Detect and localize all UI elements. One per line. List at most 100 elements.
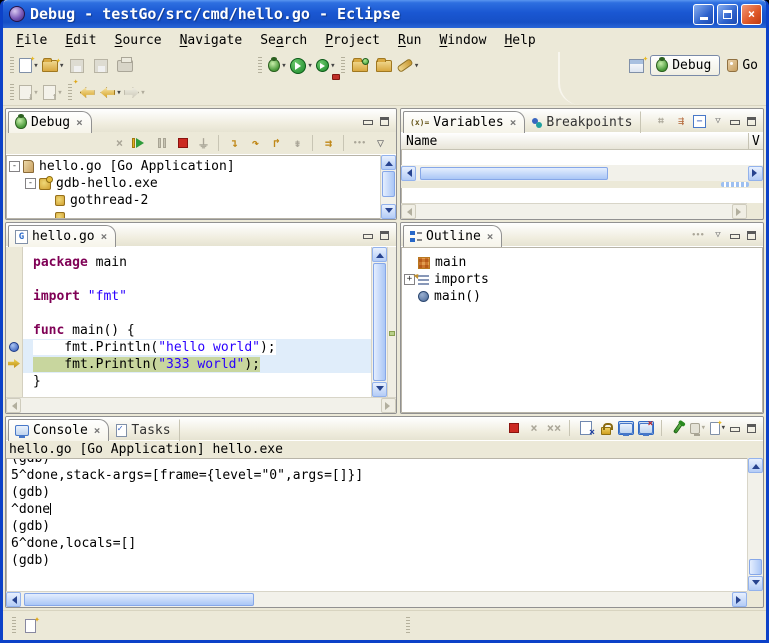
disconnect-button[interactable]: ⏚ (194, 134, 213, 152)
code-area[interactable]: package main import "fmt" func main() { fm… (23, 247, 371, 397)
toolbar-grip[interactable] (10, 57, 14, 75)
minimize-view-button[interactable] (730, 231, 739, 240)
console-line[interactable]: (gdb) (11, 484, 747, 501)
remove-terminated-button[interactable]: × (110, 134, 129, 152)
remove-launch-button[interactable]: × (526, 421, 542, 435)
last-edit-location-button[interactable]: ✦ (76, 82, 98, 104)
forward-button[interactable]: ▾ (124, 82, 146, 104)
back-button[interactable]: ▾ (100, 82, 122, 104)
code-line[interactable] (23, 271, 371, 288)
scroll-right-button[interactable] (732, 592, 747, 607)
outline-item[interactable]: main() (404, 288, 762, 305)
debug-view-tab[interactable]: Debug × (8, 111, 92, 133)
debug-tree-item[interactable]: gothread-2 (9, 192, 380, 209)
dropdown-icon[interactable]: ▾ (414, 61, 419, 71)
dropdown-icon[interactable]: ▾ (33, 88, 38, 98)
toolbar-grip[interactable] (68, 84, 72, 102)
previous-annotation-button[interactable]: ▾ (42, 82, 64, 104)
search-button[interactable]: ▾ (397, 55, 419, 77)
menu-window[interactable]: Window (430, 30, 495, 51)
perspective-go-button[interactable]: Go (727, 58, 758, 73)
debug-button[interactable]: ▾ (266, 55, 288, 77)
run-button[interactable]: ▾ (290, 55, 312, 77)
view-menu-button[interactable]: ▽ (710, 228, 726, 242)
clear-console-button[interactable] (578, 421, 594, 435)
statusbar-grip[interactable] (406, 617, 410, 635)
view-menu-dots-icon[interactable]: ••• (690, 228, 706, 242)
terminate-button[interactable] (506, 421, 522, 435)
variables-column-header[interactable]: Name V (401, 132, 763, 150)
code-line[interactable]: import "fmt" (23, 288, 371, 305)
overview-ruler[interactable] (387, 247, 396, 397)
next-annotation-button[interactable]: ▾ (18, 82, 40, 104)
view-menu-button[interactable]: ▽ (710, 114, 726, 128)
minimize-button[interactable] (693, 4, 714, 25)
console-line[interactable]: (gdb) (11, 552, 747, 569)
fast-view-icon[interactable] (25, 619, 36, 633)
view-menu-button[interactable]: ▽ (371, 134, 390, 152)
view-menu-dots-icon[interactable]: ••• (350, 134, 369, 152)
menu-edit[interactable]: Edit (56, 30, 105, 51)
new-wizard-button[interactable]: ✦▾ (18, 55, 40, 77)
console-line[interactable]: 5^done,stack-args=[frame={level="0",args… (11, 467, 747, 484)
scroll-up-button[interactable] (381, 155, 396, 170)
scrollbar-thumb[interactable] (420, 167, 608, 180)
breakpoint-icon[interactable] (9, 342, 19, 352)
scroll-left-button[interactable] (401, 166, 416, 181)
code-line[interactable]: package main (23, 254, 371, 271)
print-button[interactable] (114, 55, 136, 77)
maximize-button[interactable] (717, 4, 738, 25)
scroll-right-button[interactable] (732, 204, 747, 219)
maximize-view-button[interactable] (380, 231, 389, 240)
dropdown-icon[interactable]: ▾ (330, 61, 335, 71)
name-column-header[interactable]: Name (406, 134, 437, 149)
step-into-button[interactable]: ↴ (225, 134, 244, 152)
debug-line-marker[interactable] (389, 331, 395, 336)
scrollbar-thumb[interactable] (382, 171, 395, 197)
scroll-up-button[interactable] (372, 247, 387, 262)
close-icon[interactable]: × (101, 230, 108, 243)
console-line[interactable]: (gdb) (11, 518, 747, 535)
code-line[interactable]: func main() { (23, 322, 371, 339)
scrollbar-thumb[interactable] (749, 559, 762, 575)
maximize-view-button[interactable] (747, 231, 756, 240)
toolbar-grip[interactable] (341, 57, 345, 75)
code-line[interactable] (23, 305, 371, 322)
scroll-down-button[interactable] (381, 204, 396, 219)
dropdown-icon[interactable]: ▾ (701, 423, 706, 433)
variables-detail-pane[interactable] (401, 188, 763, 203)
editor-gutter[interactable] (6, 247, 23, 397)
variables-horizontal-scrollbar[interactable] (401, 165, 763, 181)
scroll-down-button[interactable] (748, 576, 763, 591)
close-icon[interactable]: × (510, 116, 517, 129)
console-line[interactable]: 6^done,locals=[] (11, 535, 747, 552)
show-type-names-button[interactable]: ⌗ (653, 114, 669, 128)
suspend-button[interactable] (152, 134, 171, 152)
step-over-button[interactable]: ↷ (246, 134, 265, 152)
code-line[interactable]: fmt.Println("hello world"); (23, 339, 371, 356)
dropdown-icon[interactable]: ▾ (116, 88, 121, 98)
show-logical-structure-button[interactable]: ⇶ (673, 114, 689, 128)
menu-navigate[interactable]: Navigate (171, 30, 252, 51)
tree-expander[interactable]: - (25, 178, 36, 189)
remove-all-launches-button[interactable]: ×× (546, 421, 562, 435)
open-perspective-icon[interactable] (629, 59, 644, 73)
dropdown-icon[interactable]: ▾ (57, 88, 62, 98)
detail-horizontal-scrollbar[interactable] (401, 203, 747, 219)
use-step-filters-button[interactable]: ⇉ (319, 134, 338, 152)
scroll-left-button[interactable] (401, 204, 416, 219)
menu-search[interactable]: Search (251, 30, 316, 51)
variables-list[interactable] (401, 150, 763, 165)
console-line[interactable]: ^done (11, 501, 747, 518)
variables-tab[interactable]: (x)= Variables × (403, 111, 525, 133)
maximize-view-button[interactable] (747, 424, 756, 433)
console-tab[interactable]: Console × (8, 419, 109, 441)
scroll-right-button[interactable] (381, 398, 396, 413)
show-stdout-button[interactable] (618, 421, 634, 435)
open-resource-button[interactable] (349, 55, 371, 77)
minimize-view-button[interactable] (363, 117, 372, 126)
console-horizontal-scrollbar[interactable] (6, 591, 747, 607)
display-console-button[interactable]: ▾ (690, 421, 706, 435)
outline-tab[interactable]: Outline × (403, 225, 502, 247)
run-external-tools-button[interactable]: ▾ (315, 55, 337, 77)
